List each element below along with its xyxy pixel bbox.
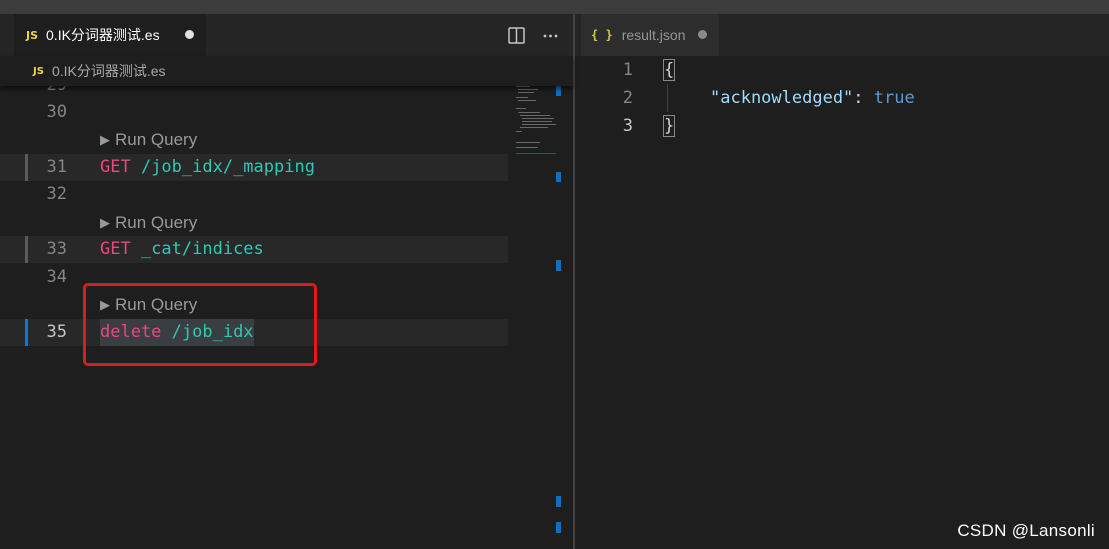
left-tab-bar: JS 0.IK分词器测试.es	[0, 14, 573, 56]
minimap-line	[516, 86, 530, 87]
line-number: 32	[46, 184, 67, 204]
minimap-line	[516, 153, 556, 154]
run-query-codelens[interactable]: ▶ Run Query	[100, 211, 197, 236]
json-key: "acknowledged"	[710, 88, 854, 108]
request-path: /job_idx/_mapping	[130, 157, 315, 177]
code-text: "acknowledged": true	[710, 84, 915, 112]
minimap-line	[522, 118, 554, 119]
result-editor[interactable]: 1 { 2 "acknowledged": true 3 }	[575, 56, 1109, 549]
play-icon: ▶	[100, 215, 110, 230]
unsaved-dot-icon[interactable]	[185, 30, 194, 39]
watermark: CSDN @Lansonli	[957, 521, 1095, 540]
tab-result-json[interactable]: { } result.json	[581, 14, 719, 56]
code-text: GET _cat/indices	[100, 236, 264, 263]
more-actions-icon[interactable]	[541, 26, 559, 44]
line-number: 35	[46, 322, 67, 342]
minimap-line	[516, 108, 526, 109]
scroll-marker	[556, 496, 561, 507]
minimap-line	[518, 92, 534, 93]
js-icon: JS	[26, 28, 39, 42]
minimap-line	[516, 142, 540, 143]
unsaved-dot-icon[interactable]	[698, 30, 707, 39]
right-tab-bar: { } result.json	[575, 14, 1109, 56]
minimap-line	[518, 100, 536, 101]
code-line: 32	[0, 181, 508, 208]
code-text: }	[662, 112, 676, 140]
line-number: 2	[622, 88, 633, 108]
open-brace: {	[662, 59, 676, 81]
code-text: GET /job_idx/_mapping	[100, 154, 315, 181]
line-number: 31	[46, 157, 67, 177]
annotation-highlight-box	[83, 283, 317, 366]
code-text: {	[662, 56, 676, 84]
minimap-line	[522, 121, 552, 122]
run-query-label: Run Query	[115, 213, 198, 232]
menu-bar	[0, 0, 1109, 14]
http-method: GET	[100, 239, 131, 259]
line-number: 1	[622, 60, 633, 80]
line-number: 3	[622, 116, 633, 136]
tab-ik-es-file[interactable]: JS 0.IK分词器测试.es	[14, 14, 206, 56]
play-icon: ▶	[100, 132, 110, 147]
minimap-line	[518, 89, 538, 90]
line-number: 34	[46, 267, 67, 287]
breadcrumb[interactable]: JS 0.IK分词器测试.es	[0, 56, 573, 86]
scroll-marker	[556, 260, 561, 271]
json-icon: { }	[591, 28, 613, 42]
http-method: GET	[100, 157, 131, 177]
code-line: 31 GET /job_idx/_mapping	[0, 154, 508, 181]
minimap-line	[518, 112, 540, 113]
editor-actions	[507, 14, 559, 56]
code-line-current: 3 }	[575, 112, 1109, 140]
json-colon: :	[853, 88, 874, 108]
breadcrumb-file[interactable]: 0.IK分词器测试.es	[52, 61, 166, 81]
minimap-line	[516, 147, 538, 148]
right-editor-group: { } result.json 1 { 2 "acknowledged": tr…	[575, 14, 1109, 549]
code-line: 30	[0, 99, 508, 126]
code-line: 2 "acknowledged": true	[575, 84, 1109, 112]
minimap[interactable]	[514, 84, 556, 164]
split-editor-icon[interactable]	[507, 26, 525, 44]
tab-label: 0.IK分词器测试.es	[46, 27, 160, 43]
request-path: _cat/indices	[130, 239, 264, 259]
scroll-marker	[556, 172, 561, 182]
vertical-scrollbar[interactable]	[1095, 56, 1109, 549]
minimap-line	[520, 127, 548, 128]
code-line: 33 GET _cat/indices	[0, 236, 508, 263]
run-query-codelens[interactable]: ▶ Run Query	[100, 128, 197, 153]
close-brace: }	[662, 115, 676, 137]
run-query-label: Run Query	[115, 130, 198, 149]
minimap-line	[516, 131, 522, 132]
scroll-marker	[556, 522, 561, 533]
minimap-line	[522, 124, 556, 125]
line-number: 33	[46, 239, 67, 259]
minimap-line	[516, 97, 528, 98]
vertical-scrollbar[interactable]	[556, 84, 561, 549]
code-line: 1 {	[575, 56, 1109, 84]
minimap-line	[520, 115, 550, 116]
json-value: true	[873, 88, 915, 108]
tab-label: result.json	[621, 27, 686, 43]
js-icon: JS	[33, 65, 44, 77]
line-number: 30	[46, 102, 67, 122]
